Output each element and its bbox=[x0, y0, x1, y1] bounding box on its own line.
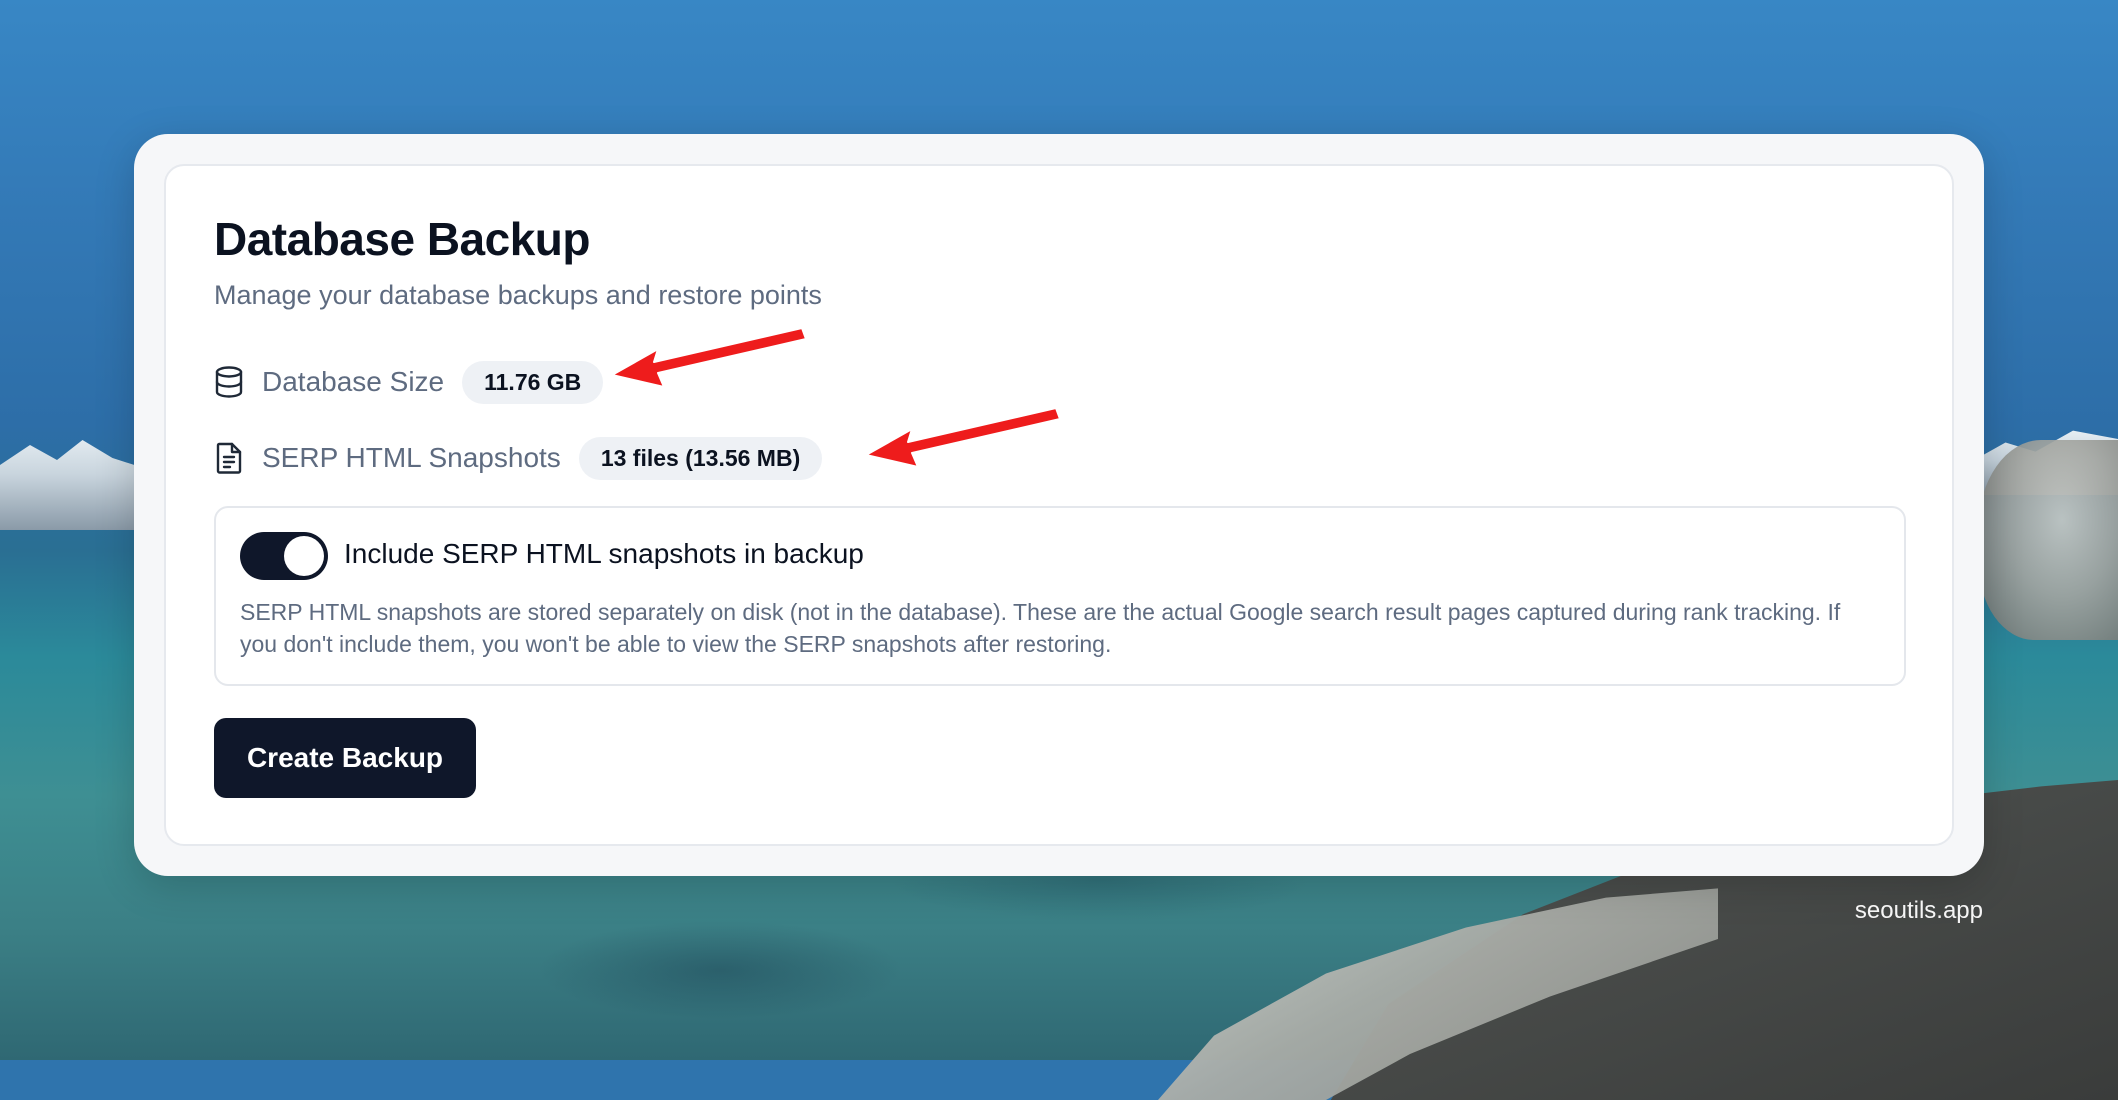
serp-snapshots-label: SERP HTML Snapshots bbox=[262, 442, 561, 473]
database-icon bbox=[214, 366, 244, 398]
backup-card: Database Backup Manage your database bac… bbox=[164, 164, 1954, 846]
database-size-row: Database Size 11.76 GB bbox=[214, 360, 604, 404]
include-snapshots-label: Include SERP HTML snapshots in backup bbox=[344, 538, 864, 569]
red-arrow-annotation bbox=[865, 407, 1060, 468]
background-rocks bbox=[1978, 440, 2118, 640]
file-text-icon bbox=[214, 442, 244, 474]
create-backup-button[interactable]: Create Backup bbox=[214, 718, 476, 798]
toggle-knob bbox=[284, 536, 324, 576]
database-size-label: Database Size bbox=[262, 366, 445, 397]
page-subtitle: Manage your database backups and restore… bbox=[214, 280, 822, 310]
include-snapshots-option: Include SERP HTML snapshots in backup SE… bbox=[214, 506, 1906, 686]
include-snapshots-toggle[interactable] bbox=[240, 532, 328, 580]
page-title: Database Backup bbox=[214, 213, 591, 265]
watermark: seoutils.app bbox=[1854, 897, 1983, 924]
serp-snapshots-row: SERP HTML Snapshots 13 files (13.56 MB) bbox=[214, 436, 823, 480]
include-snapshots-description: SERP HTML snapshots are stored separatel… bbox=[240, 599, 1841, 657]
red-arrow-annotation bbox=[611, 327, 806, 388]
backup-card-frame: Database Backup Manage your database bac… bbox=[134, 134, 1984, 876]
database-size-badge: 11.76 GB bbox=[462, 360, 604, 404]
serp-snapshots-badge: 13 files (13.56 MB) bbox=[578, 436, 823, 480]
